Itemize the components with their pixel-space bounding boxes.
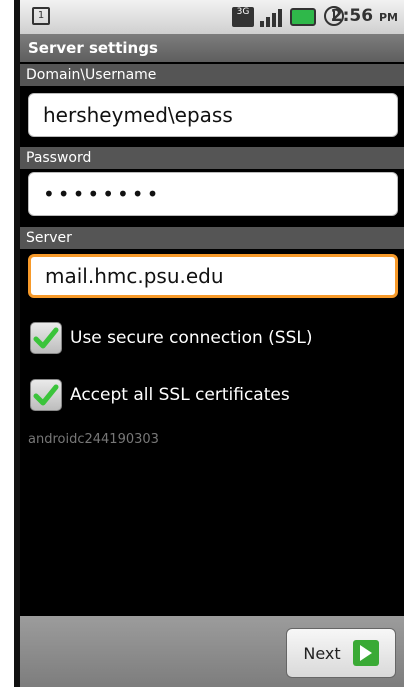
arrow-right-icon — [352, 640, 379, 666]
network-type-icon: 3G — [232, 7, 254, 27]
device-id-text: androidc244190303 — [28, 432, 159, 447]
status-bar: 1 3G 2:56 PM — [20, 0, 404, 35]
sim-card-icon: 1 — [32, 7, 50, 25]
next-button[interactable]: Next — [286, 628, 396, 678]
accept-certs-checkbox[interactable] — [30, 379, 62, 411]
battery-icon — [290, 8, 316, 26]
password-label: Password — [20, 147, 404, 169]
clock-time: 2:56 — [330, 6, 374, 26]
signal-strength-icon — [260, 7, 284, 27]
server-field[interactable]: mail.hmc.psu.edu — [28, 254, 398, 298]
page-title: Server settings — [20, 34, 404, 62]
ssl-checkbox-row[interactable]: Use secure connection (SSL) — [30, 318, 390, 358]
ssl-checkbox[interactable] — [30, 322, 62, 354]
password-field[interactable]: •••••••• — [28, 172, 398, 216]
next-button-label: Next — [303, 643, 341, 663]
ssl-checkbox-label: Use secure connection (SSL) — [70, 328, 313, 348]
domain-username-field[interactable]: hersheymed\epass — [28, 93, 398, 137]
accept-certs-checkbox-row[interactable]: Accept all SSL certificates — [30, 375, 390, 415]
bottom-action-bar: Next — [20, 616, 404, 687]
clock-ampm: PM — [378, 11, 398, 24]
checkmark-icon — [33, 327, 59, 349]
phone-screen: 1 3G 2:56 PM Server settings Domain\User… — [14, 0, 404, 687]
domain-username-label: Domain\Username — [20, 64, 404, 86]
checkmark-icon — [33, 384, 59, 406]
accept-certs-checkbox-label: Accept all SSL certificates — [70, 385, 290, 405]
server-label: Server — [20, 227, 404, 249]
status-clock: 2:56 PM — [331, 6, 398, 26]
